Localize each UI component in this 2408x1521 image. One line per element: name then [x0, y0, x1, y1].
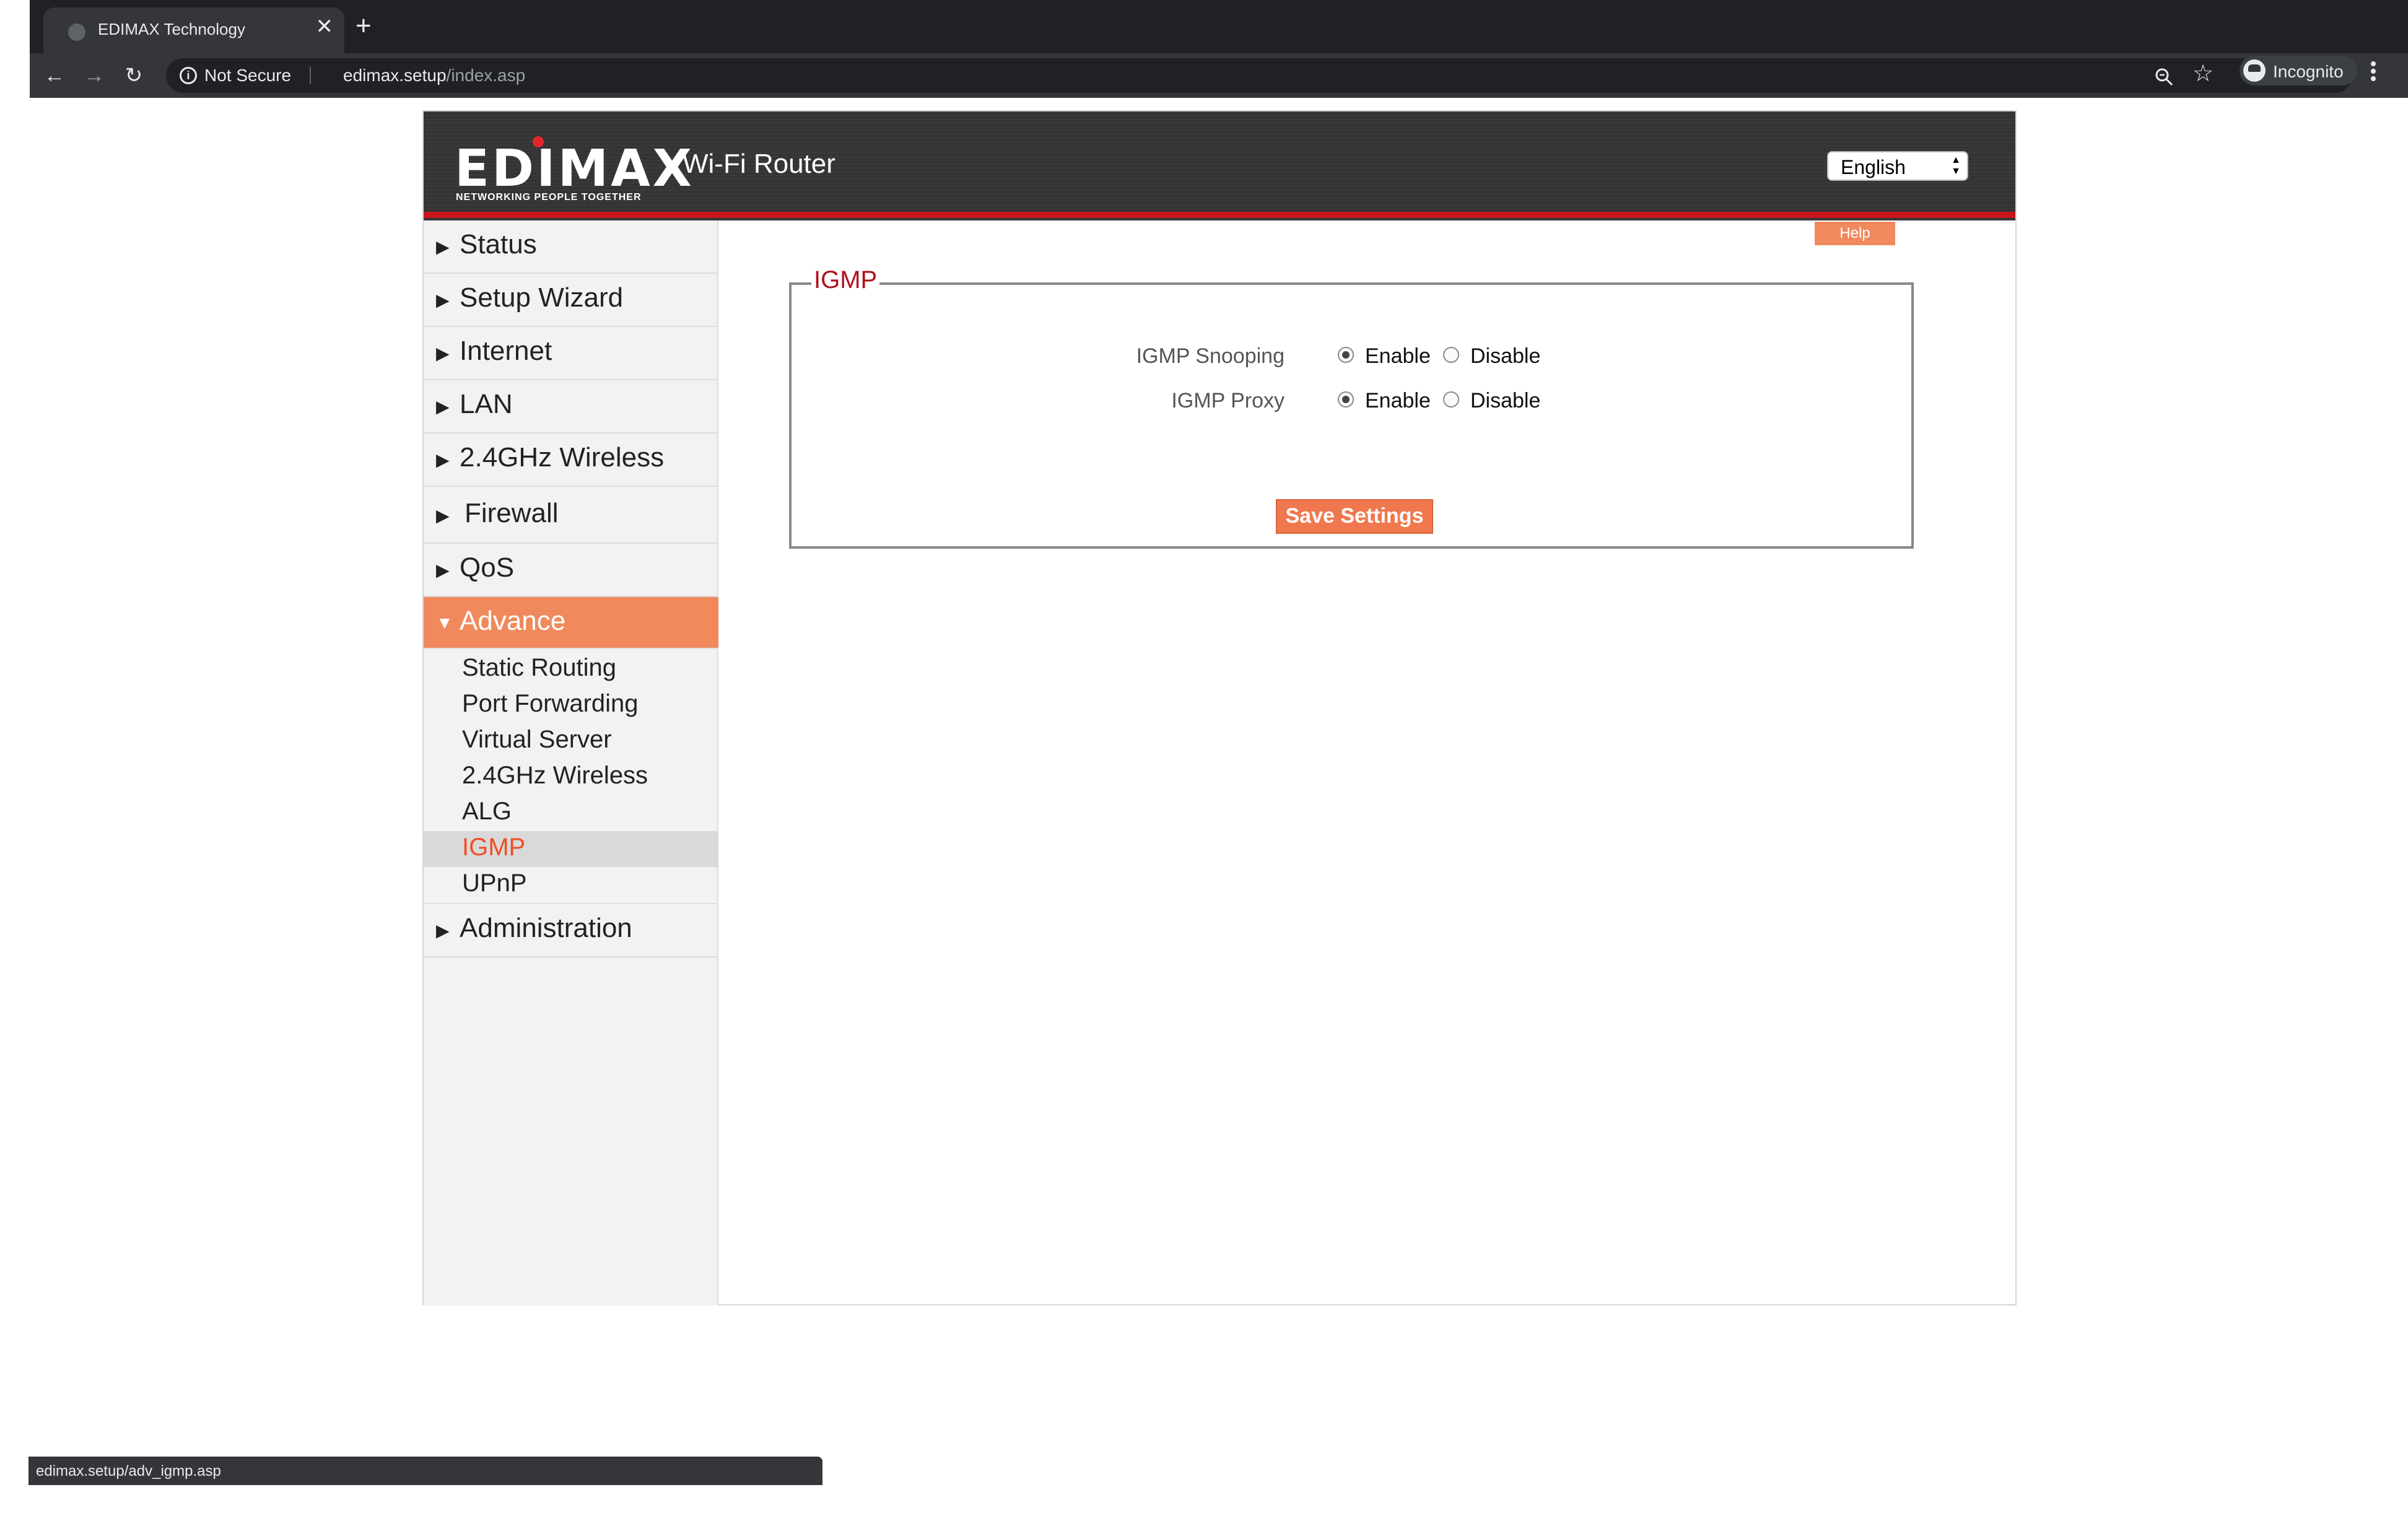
new-tab-icon[interactable]: +: [356, 12, 372, 40]
igmp-snooping-enable-label[interactable]: Enable: [1365, 344, 1431, 368]
triangle-down-icon: ▼: [436, 613, 453, 632]
triangle-right-icon: ▶: [436, 397, 450, 416]
language-select[interactable]: English ▲ ▼: [1827, 151, 1968, 181]
status-url: edimax.setup/adv_igmp.asp: [36, 1463, 221, 1480]
igmp-proxy-enable-radio[interactable]: [1338, 391, 1354, 407]
sidebar-item-setup-wizard[interactable]: ▶ Setup Wizard: [424, 274, 718, 327]
browser-toolbar: ← → ↻ i Not Secure edimax.setup/index.as…: [30, 53, 2408, 98]
help-button[interactable]: Help: [1815, 222, 1895, 245]
sub-item-alg[interactable]: ALG: [424, 795, 718, 831]
triangle-right-icon: ▶: [436, 290, 450, 310]
url-text[interactable]: edimax.setup/index.asp: [343, 66, 525, 85]
back-arrow-icon[interactable]: ←: [38, 59, 71, 92]
browser-tab[interactable]: EDIMAX Technology ✕: [43, 7, 344, 53]
logo-text: EDIMAX: [455, 139, 694, 198]
sidebar-item-wireless[interactable]: ▶ 2.4GHz Wireless: [424, 434, 718, 487]
section-title: IGMP: [811, 266, 880, 294]
igmp-fieldset: IGMP IGMP Snooping Enable Disable IGMP P…: [789, 266, 1914, 549]
forward-arrow-icon[interactable]: →: [78, 59, 110, 92]
igmp-proxy-enable-label[interactable]: Enable: [1365, 389, 1431, 413]
triangle-right-icon: ▶: [436, 450, 450, 469]
sub-item-label: 2.4GHz Wireless: [462, 762, 648, 789]
tab-title: EDIMAX Technology: [98, 20, 245, 38]
triangle-right-icon: ▶: [436, 506, 450, 525]
sidebar-item-advance[interactable]: ▼ Advance: [424, 597, 718, 649]
sidebar-item-label: Advance: [460, 606, 566, 636]
igmp-snooping-label: IGMP Snooping: [1136, 344, 1285, 368]
globe-icon: [68, 24, 85, 41]
address-bar[interactable]: i Not Secure edimax.setup/index.asp ☆: [166, 58, 2352, 93]
sub-item-wireless[interactable]: 2.4GHz Wireless: [424, 759, 718, 795]
sub-item-virtual-server[interactable]: Virtual Server: [424, 723, 718, 759]
sub-item-port-forwarding[interactable]: Port Forwarding: [424, 687, 718, 723]
sub-item-igmp[interactable]: IGMP: [424, 831, 718, 867]
info-icon[interactable]: i: [180, 67, 197, 84]
sidebar-item-label: Status: [460, 229, 537, 259]
reload-icon[interactable]: ↻: [118, 59, 150, 92]
sidebar-item-lan[interactable]: ▶ LAN: [424, 380, 718, 434]
header-red-line: [424, 212, 2015, 218]
bookmark-star-icon[interactable]: ☆: [2192, 62, 2214, 85]
sidebar-item-qos[interactable]: ▶ QoS: [424, 544, 718, 597]
language-value: English: [1841, 156, 1906, 178]
url-host: edimax.setup: [343, 66, 447, 85]
sub-item-label: ALG: [462, 798, 512, 825]
sidebar-item-status[interactable]: ▶ Status: [424, 220, 718, 274]
igmp-snooping-enable-radio[interactable]: [1338, 347, 1354, 363]
link-status-bubble: edimax.setup/adv_igmp.asp: [28, 1457, 822, 1485]
igmp-proxy-disable-radio[interactable]: [1443, 391, 1459, 407]
triangle-right-icon: ▶: [436, 921, 450, 940]
sub-item-label: Static Routing: [462, 654, 617, 681]
igmp-snooping-disable-radio[interactable]: [1443, 347, 1459, 363]
app-title: Wi-Fi Router: [683, 149, 835, 179]
igmp-snooping-disable-label[interactable]: Disable: [1470, 344, 1540, 368]
edimax-logo: EDIMAX NETWORKING PEOPLE TOGETHER: [455, 136, 692, 204]
triangle-right-icon: ▶: [436, 344, 450, 363]
logo-red-dot: [533, 136, 544, 147]
sidebar-item-label: LAN: [460, 389, 513, 419]
igmp-proxy-disable-label[interactable]: Disable: [1470, 389, 1540, 413]
incognito-label: Incognito: [2273, 62, 2344, 81]
sub-item-static-routing[interactable]: Static Routing: [424, 652, 718, 687]
browser-tab-bar: EDIMAX Technology ✕ +: [30, 0, 2408, 53]
sub-item-upnp[interactable]: UPnP: [424, 867, 718, 904]
omnibox-divider: [310, 67, 311, 84]
sidebar-item-internet[interactable]: ▶ Internet: [424, 327, 718, 380]
sidebar-item-label: QoS: [460, 552, 515, 583]
select-arrows-icon: ▲ ▼: [1951, 155, 1961, 177]
incognito-icon: [2243, 59, 2266, 82]
sidebar-item-label: 2.4GHz Wireless: [460, 442, 665, 473]
sidebar-item-label: Administration: [460, 913, 632, 943]
menu-kebab-icon[interactable]: [2370, 59, 2377, 84]
sub-item-label: IGMP: [462, 834, 526, 861]
security-label[interactable]: Not Secure: [204, 66, 291, 85]
router-page: EDIMAX NETWORKING PEOPLE TOGETHER Wi-Fi …: [422, 110, 2017, 1305]
triangle-right-icon: ▶: [436, 560, 450, 580]
sidebar-item-administration[interactable]: ▶ Administration: [424, 904, 718, 957]
url-path: /index.asp: [446, 66, 526, 85]
sidebar-item-label: Firewall: [465, 498, 559, 528]
sidebar-item-label: Internet: [460, 336, 552, 366]
sidebar-item-firewall[interactable]: ▶ Firewall: [424, 487, 718, 544]
logo-tagline: NETWORKING PEOPLE TOGETHER: [456, 192, 642, 203]
save-settings-button[interactable]: Save Settings: [1276, 499, 1433, 534]
sub-item-label: UPnP: [462, 869, 527, 897]
router-header: EDIMAX NETWORKING PEOPLE TOGETHER Wi-Fi …: [424, 111, 2015, 220]
igmp-proxy-label: IGMP Proxy: [1171, 389, 1285, 412]
sub-item-label: Port Forwarding: [462, 690, 639, 717]
triangle-right-icon: ▶: [436, 237, 450, 256]
sidebar-item-label: Setup Wizard: [460, 282, 624, 313]
incognito-profile-button[interactable]: Incognito: [2240, 56, 2357, 85]
sidebar-nav: ▶ Status ▶ Setup Wizard ▶ Internet ▶ LAN…: [424, 220, 718, 1305]
sub-item-label: Virtual Server: [462, 726, 612, 753]
close-icon[interactable]: ✕: [316, 16, 334, 37]
zoom-icon[interactable]: [2154, 67, 2174, 87]
